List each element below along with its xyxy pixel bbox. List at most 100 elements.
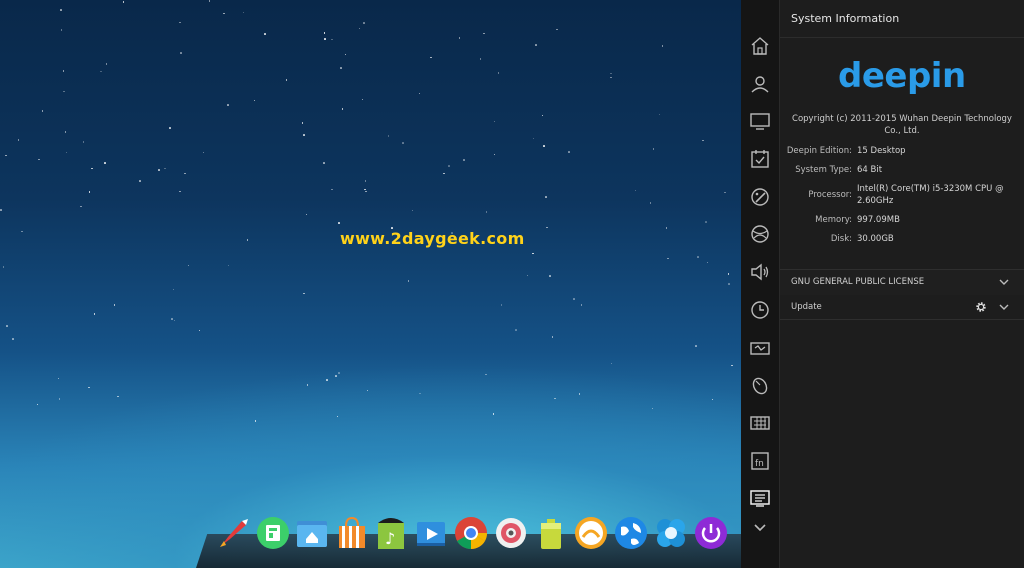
star (543, 145, 545, 147)
star (458, 37, 461, 39)
system-info-icon[interactable] (748, 486, 772, 510)
star (532, 137, 535, 140)
store-bag-icon[interactable] (334, 515, 370, 551)
star (326, 379, 328, 381)
time-date-icon[interactable] (748, 298, 772, 322)
star (169, 127, 171, 129)
star (223, 12, 225, 15)
chevron-down-icon[interactable] (998, 276, 1010, 288)
info-key: System Type: (795, 165, 852, 175)
star (323, 32, 326, 34)
mouse-icon[interactable] (748, 373, 772, 397)
music-player-icon[interactable]: ♪ (373, 515, 409, 551)
star (526, 274, 529, 277)
star (695, 345, 697, 347)
star (64, 131, 67, 133)
star (407, 280, 410, 282)
star (340, 67, 342, 69)
star (113, 304, 116, 306)
launcher-rocket-icon[interactable] (216, 515, 252, 551)
screenshot-icon[interactable] (573, 515, 609, 551)
sound-icon[interactable] (748, 260, 772, 284)
star (731, 364, 733, 367)
star (549, 275, 551, 277)
star (88, 386, 90, 389)
star (649, 202, 652, 204)
star (728, 283, 730, 285)
star (387, 135, 390, 137)
home-icon[interactable] (748, 34, 772, 58)
star (184, 172, 186, 175)
display-icon[interactable] (748, 109, 772, 133)
star (338, 372, 340, 374)
star (93, 313, 96, 315)
star (610, 72, 612, 75)
star (198, 329, 201, 332)
star (331, 188, 333, 191)
software-center-icon[interactable] (255, 515, 291, 551)
star (545, 196, 547, 198)
personalization-icon[interactable] (748, 185, 772, 209)
star (493, 120, 496, 123)
star (493, 153, 496, 156)
star (323, 162, 325, 164)
star (36, 403, 39, 406)
star (57, 377, 60, 380)
star (202, 151, 205, 154)
star (697, 256, 699, 258)
power-icon[interactable] (693, 515, 729, 551)
license-expander[interactable]: GNU GENERAL PUBLIC LICENSE (780, 269, 1024, 296)
star (554, 397, 556, 400)
star (364, 188, 366, 191)
star (366, 389, 369, 392)
star (665, 227, 668, 229)
star (254, 420, 257, 422)
info-value: 30.00GB (857, 234, 894, 244)
star (303, 292, 305, 295)
keyboard-icon[interactable] (748, 411, 772, 435)
star (164, 167, 166, 170)
star (324, 38, 326, 40)
star (568, 151, 570, 153)
star (463, 159, 465, 161)
star (227, 264, 230, 267)
deepin-flower-icon[interactable] (653, 515, 689, 551)
star (21, 230, 23, 233)
star (60, 29, 63, 31)
star (402, 142, 404, 144)
gear-icon[interactable] (975, 301, 987, 313)
dock: ♪ (196, 511, 756, 568)
system-info-panel: System Information deepin Copyright (c) … (780, 0, 1024, 568)
power-management-icon[interactable] (748, 336, 772, 360)
star (139, 180, 141, 182)
star (65, 151, 68, 154)
star (5, 154, 7, 157)
update-label: Update (791, 302, 822, 312)
update-expander[interactable]: Update (780, 295, 1024, 320)
star (285, 79, 288, 81)
license-label: GNU GENERAL PUBLIC LICENSE (791, 277, 925, 287)
chrome-browser-icon[interactable] (453, 515, 489, 551)
network-icon[interactable] (748, 222, 772, 246)
star (485, 373, 487, 376)
star (365, 190, 367, 193)
fn-keys-icon[interactable]: fn (748, 449, 772, 473)
chevron-down-icon[interactable] (998, 301, 1010, 313)
star (335, 375, 337, 377)
star (492, 413, 495, 415)
star (187, 264, 190, 267)
settings-icon[interactable] (493, 515, 529, 551)
star (344, 53, 347, 56)
user-accounts-icon[interactable] (748, 72, 772, 96)
file-manager-icon[interactable] (294, 515, 330, 551)
network-globe-icon[interactable] (613, 515, 649, 551)
star (306, 384, 309, 386)
svg-text:♪: ♪ (385, 529, 395, 548)
battery-icon[interactable] (533, 515, 569, 551)
star (580, 304, 583, 306)
video-player-icon[interactable] (413, 515, 449, 551)
default-apps-icon[interactable] (748, 147, 772, 171)
info-key: Processor: (808, 190, 852, 200)
more-chevron-down-icon[interactable] (748, 515, 772, 539)
star (551, 336, 554, 338)
